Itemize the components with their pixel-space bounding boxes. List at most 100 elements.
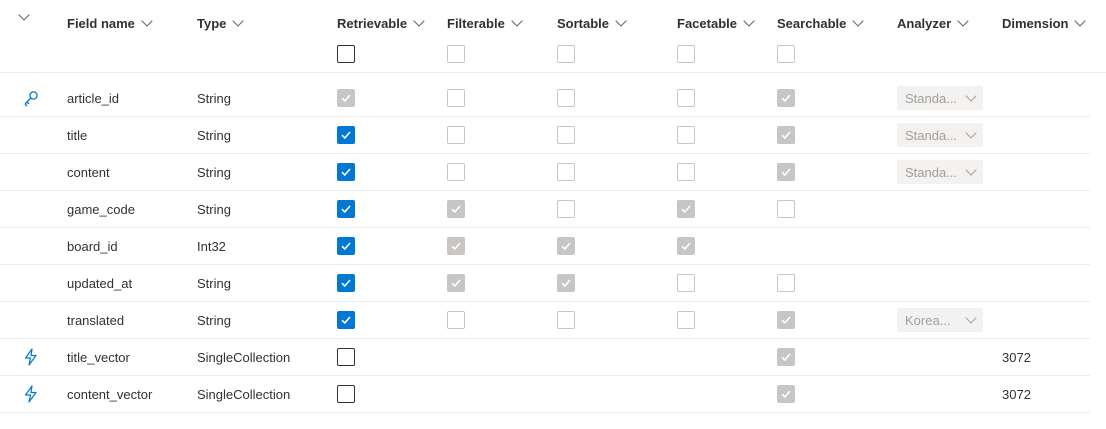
column-header-facetable[interactable]: Facetable xyxy=(677,15,755,31)
chevron-down-icon xyxy=(743,15,755,27)
column-header-dimensions[interactable]: Dimension xyxy=(1002,15,1087,31)
column-header-type[interactable]: Type xyxy=(197,15,245,31)
searchable-checkbox xyxy=(777,126,795,144)
table-row[interactable]: content_vector SingleCollection 3072 xyxy=(0,376,1090,413)
select-all-filterable-checkbox xyxy=(447,45,465,63)
lightning-icon xyxy=(22,348,40,366)
retrievable-checkbox[interactable] xyxy=(337,274,355,292)
select-all-facetable-cell xyxy=(677,36,695,72)
facetable-checkbox xyxy=(677,163,695,181)
sortable-cell xyxy=(557,265,575,301)
sortable-cell xyxy=(557,80,575,116)
searchable-cell xyxy=(777,154,795,190)
select-all-searchable-cell xyxy=(777,36,795,72)
table-row[interactable]: title_vector SingleCollection 3072 xyxy=(0,339,1090,376)
facetable-cell xyxy=(677,154,695,190)
searchable-cell xyxy=(777,117,795,153)
table-row[interactable]: title String Standa... xyxy=(0,117,1090,154)
field-type: String xyxy=(197,312,231,328)
table-row[interactable]: content String Standa... xyxy=(0,154,1090,191)
facetable-checkbox xyxy=(677,311,695,329)
chevron-down-icon xyxy=(511,15,523,27)
analyzer-cell: Standa... xyxy=(897,154,983,190)
table-row[interactable]: game_code String xyxy=(0,191,1090,228)
chevron-down-icon xyxy=(18,9,30,21)
column-header-searchable[interactable]: Searchable xyxy=(777,15,865,31)
chevron-down-icon xyxy=(1074,15,1087,27)
retrievable-checkbox[interactable] xyxy=(337,237,355,255)
retrievable-cell xyxy=(337,302,355,338)
column-header-field-name[interactable]: Field name xyxy=(67,15,153,31)
analyzer-cell: Standa... xyxy=(897,80,983,116)
retrievable-checkbox[interactable] xyxy=(337,348,355,366)
key-icon xyxy=(22,89,40,107)
searchable-checkbox xyxy=(777,348,795,366)
sortable-cell xyxy=(557,191,575,227)
searchable-checkbox xyxy=(777,311,795,329)
analyzer-cell: Korea... xyxy=(897,302,983,338)
filterable-checkbox xyxy=(447,274,465,292)
chevron-down-icon xyxy=(965,163,977,176)
facetable-checkbox xyxy=(677,126,695,144)
table-row[interactable]: article_id String Standa... xyxy=(0,80,1090,117)
retrievable-checkbox[interactable] xyxy=(337,385,355,403)
chevron-down-icon xyxy=(965,89,977,102)
retrievable-cell xyxy=(337,339,355,375)
facetable-checkbox xyxy=(677,274,695,292)
chevron-down-icon xyxy=(413,15,425,27)
table-row[interactable]: translated String Korea... xyxy=(0,302,1090,339)
field-name: title_vector xyxy=(67,349,130,365)
filterable-cell xyxy=(447,228,465,264)
sortable-checkbox xyxy=(557,237,575,255)
retrievable-cell xyxy=(337,228,355,264)
chevron-down-icon xyxy=(965,311,977,324)
retrievable-checkbox[interactable] xyxy=(337,200,355,218)
sortable-checkbox xyxy=(557,274,575,292)
filterable-cell xyxy=(447,302,465,338)
searchable-cell xyxy=(777,376,795,412)
retrievable-checkbox[interactable] xyxy=(337,311,355,329)
field-name: title xyxy=(67,127,88,143)
dimensions-value: 3072 xyxy=(1002,349,1031,365)
searchable-checkbox xyxy=(777,200,795,218)
field-type: String xyxy=(197,90,231,106)
chevron-down-icon xyxy=(965,126,977,139)
retrievable-checkbox[interactable] xyxy=(337,126,355,144)
analyzer-dropdown: Standa... xyxy=(897,160,983,184)
sortable-checkbox xyxy=(557,126,575,144)
facetable-checkbox xyxy=(677,89,695,107)
field-type: String xyxy=(197,201,231,217)
field-name: content xyxy=(67,164,110,180)
select-all-searchable-checkbox xyxy=(777,45,795,63)
expand-all-toggle[interactable] xyxy=(18,9,30,21)
sortable-cell xyxy=(557,302,575,338)
table-row[interactable]: updated_at String xyxy=(0,265,1090,302)
sortable-checkbox xyxy=(557,89,575,107)
column-header-retrievable[interactable]: Retrievable xyxy=(337,15,425,31)
chevron-down-icon xyxy=(232,15,245,27)
sortable-checkbox xyxy=(557,311,575,329)
select-all-filterable-cell xyxy=(447,36,465,72)
field-name: content_vector xyxy=(67,386,153,402)
chevron-down-icon xyxy=(141,15,153,27)
searchable-cell xyxy=(777,191,795,227)
filterable-checkbox xyxy=(447,311,465,329)
analyzer-cell: Standa... xyxy=(897,117,983,153)
retrievable-cell xyxy=(337,265,355,301)
sortable-checkbox xyxy=(557,200,575,218)
column-header-filterable[interactable]: Filterable xyxy=(447,15,523,31)
facetable-cell xyxy=(677,228,695,264)
field-type: Int32 xyxy=(197,238,226,254)
table-row[interactable]: board_id Int32 xyxy=(0,228,1090,265)
searchable-checkbox xyxy=(777,274,795,292)
field-type: String xyxy=(197,275,231,291)
column-header-analyzer[interactable]: Analyzer xyxy=(897,15,969,31)
column-header-sortable[interactable]: Sortable xyxy=(557,15,627,31)
select-all-retrievable-checkbox[interactable] xyxy=(337,45,355,63)
analyzer-value: Standa... xyxy=(905,90,958,106)
field-name: board_id xyxy=(67,238,118,254)
analyzer-value: Korea... xyxy=(905,312,951,328)
retrievable-checkbox[interactable] xyxy=(337,163,355,181)
searchable-checkbox xyxy=(777,89,795,107)
facetable-cell xyxy=(677,117,695,153)
